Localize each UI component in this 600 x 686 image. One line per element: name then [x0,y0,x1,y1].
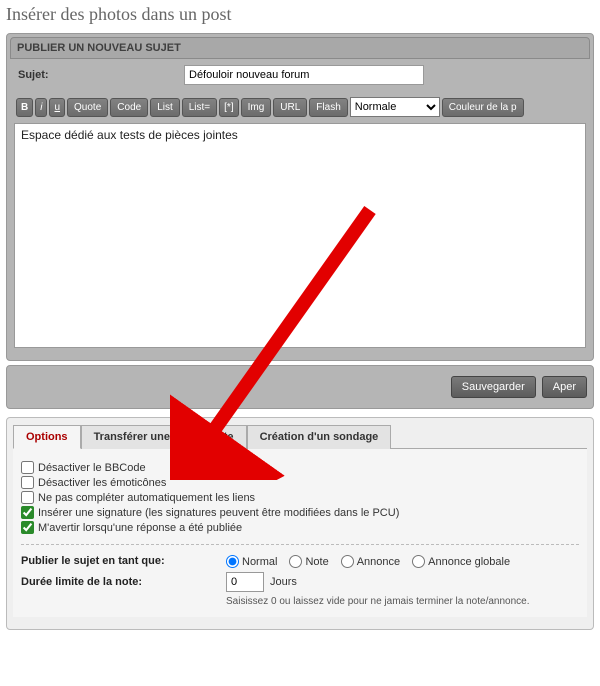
list-ordered-button[interactable]: List= [182,98,217,117]
bbcode-toolbar: B i u Quote Code List List= [*] Img URL … [14,93,586,123]
signature-label: Insérer une signature (les signatures pe… [38,507,399,519]
radio-annonce-globale-label: Annonce globale [428,556,510,568]
duration-hint: Saisissez 0 ou laissez vide pour ne jama… [226,596,579,607]
radio-annonce-label: Annonce [357,556,400,568]
disable-bbcode-checkbox[interactable] [21,461,34,474]
tab-options[interactable]: Options [13,425,81,449]
notify-checkbox[interactable] [21,521,34,534]
url-button[interactable]: URL [273,98,307,117]
message-editor[interactable]: Espace dédié aux tests de pièces jointes [14,123,586,348]
duration-label: Durée limite de la note: [21,576,226,589]
flash-button[interactable]: Flash [309,98,347,117]
preview-button[interactable]: Aper [542,376,587,398]
font-color-button[interactable]: Couleur de la p [442,98,524,117]
quote-button[interactable]: Quote [67,98,108,117]
options-panel: Options Transférer une pièce jointe Créa… [6,417,594,630]
page-title: Insérer des photos dans un post [0,0,600,29]
save-button[interactable]: Sauvegarder [451,376,536,398]
notify-label: M'avertir lorsqu'une réponse a été publi… [38,522,242,534]
font-size-select[interactable]: Normale [350,97,440,117]
duration-input[interactable] [226,572,264,592]
tab-create-poll[interactable]: Création d'un sondage [247,425,392,449]
underline-button[interactable]: u [49,98,65,117]
list-item-button[interactable]: [*] [219,98,238,117]
actions-bar: Sauvegarder Aper [6,365,594,409]
publish-as-radios: Normal Note Annonce Annonce globale [226,555,510,568]
subject-input[interactable] [184,65,424,85]
list-button[interactable]: List [150,98,180,117]
subject-label: Sujet: [14,69,184,81]
signature-checkbox[interactable] [21,506,34,519]
publish-as-label: Publier le sujet en tant que: [21,555,226,568]
radio-annonce-globale[interactable] [412,555,425,568]
divider [21,544,579,545]
tab-transfer-attachment[interactable]: Transférer une pièce jointe [81,425,247,449]
no-autolink-label: Ne pas compléter automatiquement les lie… [38,492,255,504]
disable-emoticons-label: Désactiver les émoticônes [38,477,166,489]
code-button[interactable]: Code [110,98,148,117]
disable-emoticons-checkbox[interactable] [21,476,34,489]
duration-unit: Jours [270,576,297,588]
radio-annonce[interactable] [341,555,354,568]
tabs: Options Transférer une pièce jointe Créa… [7,418,593,448]
radio-note[interactable] [289,555,302,568]
italic-button[interactable]: i [35,98,47,117]
radio-normal-label: Normal [242,556,277,568]
disable-bbcode-label: Désactiver le BBCode [38,462,146,474]
panel-header: PUBLIER UN NOUVEAU SUJET [10,37,590,59]
tab-content-options: Désactiver le BBCode Désactiver les émot… [13,448,587,617]
compose-panel: PUBLIER UN NOUVEAU SUJET Sujet: B i u Qu… [6,33,594,361]
bold-button[interactable]: B [16,98,33,117]
radio-note-label: Note [305,556,328,568]
no-autolink-checkbox[interactable] [21,491,34,504]
img-button[interactable]: Img [241,98,272,117]
panel-body: Sujet: B i u Quote Code List List= [*] I… [10,59,590,357]
radio-normal[interactable] [226,555,239,568]
